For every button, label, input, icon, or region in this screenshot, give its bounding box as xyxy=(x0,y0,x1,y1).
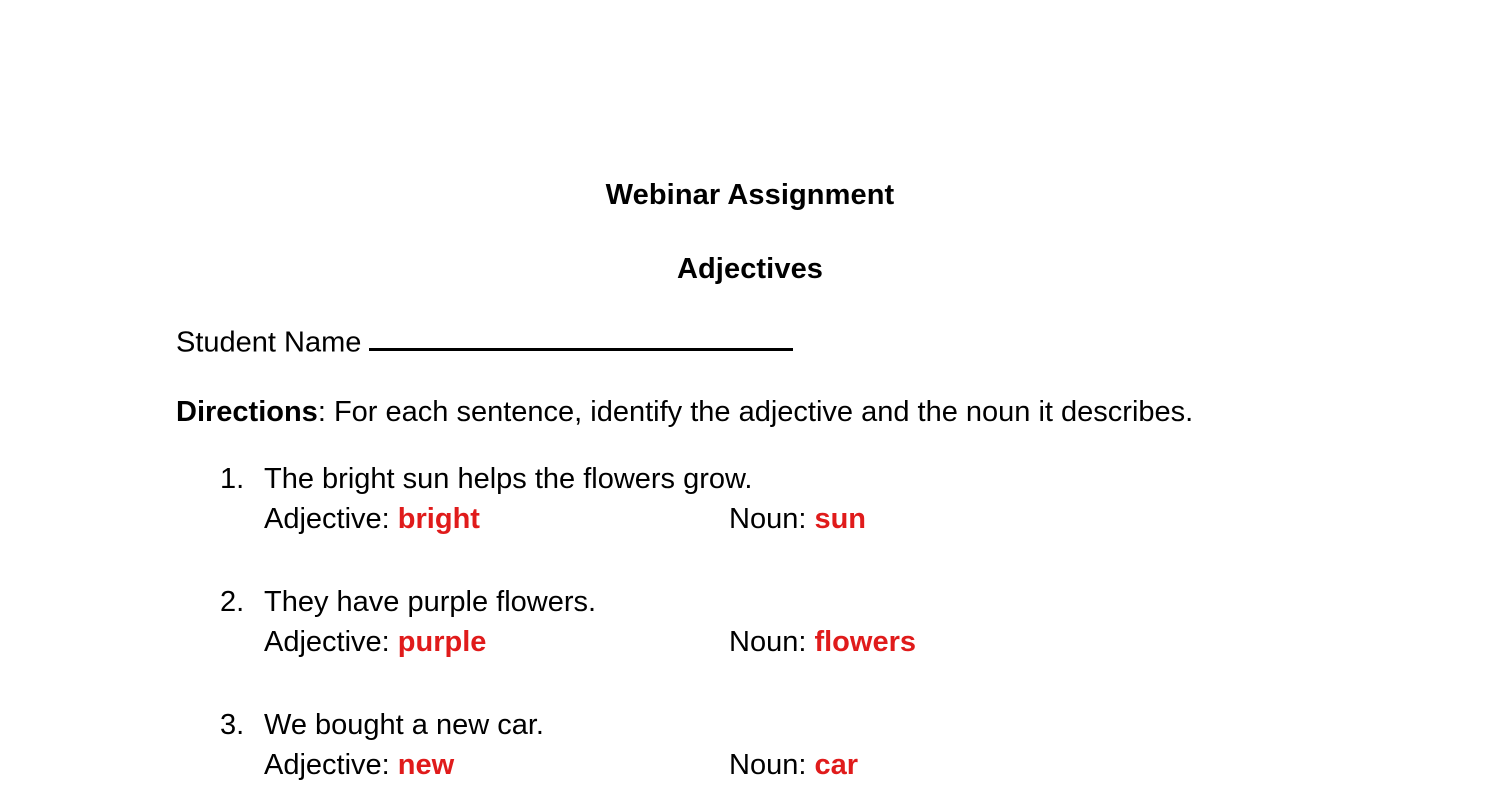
adjective-answer-group: Adjective: new xyxy=(264,746,729,785)
adjective-label: Adjective: xyxy=(264,503,390,536)
directions-line: Directions: For each sentence, identify … xyxy=(176,393,1324,431)
list-item: 1. The bright sun helps the flowers grow… xyxy=(176,460,1324,539)
student-name-input[interactable] xyxy=(369,319,794,352)
noun-answer-group: Noun: flowers xyxy=(729,623,916,662)
page-title: Webinar Assignment xyxy=(605,179,895,211)
student-name-label: Student Name xyxy=(176,326,362,359)
adjective-answer: new xyxy=(397,749,455,782)
adjective-answer-group: Adjective: bright xyxy=(264,500,729,539)
question-sentence: The bright sun helps the flowers grow. xyxy=(264,462,753,495)
question-sentence: They have purple flowers. xyxy=(264,585,597,618)
question-list: 1. The bright sun helps the flowers grow… xyxy=(176,460,1324,785)
question-number: 1. xyxy=(220,462,245,495)
document-body: Webinar Assignment Adjectives Student Na… xyxy=(176,176,1324,785)
noun-label: Noun: xyxy=(729,503,807,536)
page-subtitle: Adjectives xyxy=(676,253,824,286)
noun-answer-group: Noun: sun xyxy=(729,500,866,539)
adjective-answer: bright xyxy=(397,503,480,536)
directions-label: Directions xyxy=(176,396,318,429)
adjective-answer-group: Adjective: purple xyxy=(264,623,729,662)
noun-answer: car xyxy=(814,749,858,782)
question-sentence: We bought a new car. xyxy=(264,708,544,741)
adjective-answer: purple xyxy=(397,626,487,659)
directions-text: : For each sentence, identify the adject… xyxy=(317,396,1194,429)
question-number: 2. xyxy=(220,585,245,618)
adjective-label: Adjective: xyxy=(264,626,390,659)
question-answers: Adjective: new Noun: car xyxy=(264,746,1324,785)
noun-answer: sun xyxy=(814,503,867,536)
question-number: 3. xyxy=(220,708,245,741)
noun-label: Noun: xyxy=(729,626,807,659)
noun-label: Noun: xyxy=(729,749,807,782)
list-item: 2. They have purple flowers. Adjective: … xyxy=(176,583,1324,662)
question-answers: Adjective: purple Noun: flowers xyxy=(264,623,1324,662)
adjective-label: Adjective: xyxy=(264,749,390,782)
list-item: 3. We bought a new car. Adjective: new N… xyxy=(176,706,1324,785)
document-page: Webinar Assignment Adjectives Student Na… xyxy=(0,0,1500,785)
question-answers: Adjective: bright Noun: sun xyxy=(264,500,1324,539)
noun-answer: flowers xyxy=(814,626,916,659)
student-name-row: Student Name xyxy=(176,319,1324,362)
noun-answer-group: Noun: car xyxy=(729,746,858,785)
